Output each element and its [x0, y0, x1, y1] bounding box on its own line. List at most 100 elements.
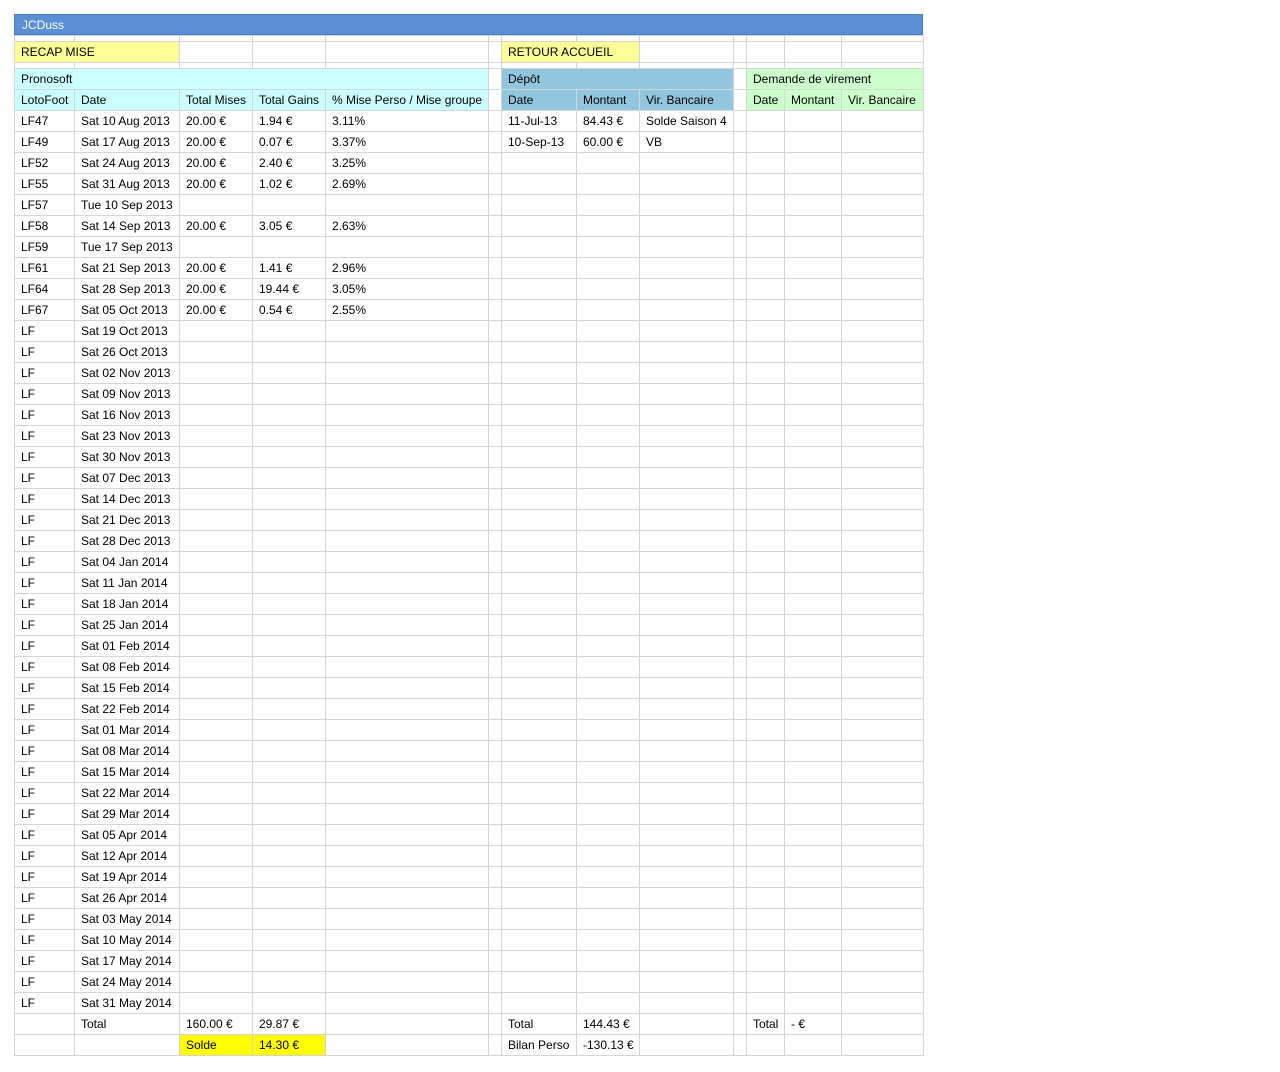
table-cell[interactable]: Sat 12 Apr 2014 — [74, 845, 180, 867]
demande-cell[interactable] — [784, 719, 842, 741]
demande-cell[interactable] — [746, 803, 785, 825]
demande-cell[interactable] — [841, 467, 924, 489]
demande-cell[interactable] — [841, 845, 924, 867]
depot-cell[interactable] — [501, 593, 577, 615]
demande-cell[interactable] — [746, 950, 785, 972]
demande-cell[interactable] — [746, 383, 785, 405]
depot-cell[interactable] — [501, 761, 577, 783]
depot-cell[interactable] — [576, 866, 640, 888]
demande-cell[interactable] — [784, 1034, 842, 1056]
depot-cell[interactable] — [501, 782, 577, 804]
depot-cell[interactable] — [501, 845, 577, 867]
depot-cell[interactable] — [576, 614, 640, 636]
table-cell[interactable]: LF — [14, 530, 75, 552]
table-cell[interactable]: LF — [14, 761, 75, 783]
depot-cell[interactable] — [576, 719, 640, 741]
table-cell[interactable] — [252, 824, 326, 846]
depot-cell[interactable] — [576, 698, 640, 720]
depot-cell[interactable] — [639, 194, 734, 216]
demande-cell[interactable] — [784, 656, 842, 678]
demande-cell[interactable] — [746, 698, 785, 720]
table-cell[interactable]: LF — [14, 341, 75, 363]
demande-cell[interactable] — [841, 404, 924, 426]
table-cell[interactable]: 1.41 € — [252, 257, 326, 279]
depot-cell[interactable] — [576, 761, 640, 783]
depot-cell[interactable] — [639, 740, 734, 762]
depot-cell[interactable] — [501, 719, 577, 741]
depot-cell[interactable]: VB — [639, 131, 734, 153]
table-cell[interactable]: LF67 — [14, 299, 75, 321]
table-cell[interactable] — [179, 866, 253, 888]
demande-cell[interactable] — [841, 194, 924, 216]
demande-cell[interactable] — [841, 677, 924, 699]
depot-cell[interactable] — [639, 1034, 734, 1056]
table-cell[interactable]: LF — [14, 383, 75, 405]
table-cell[interactable]: Sat 19 Apr 2014 — [74, 866, 180, 888]
depot-cell[interactable] — [576, 971, 640, 993]
demande-cell[interactable] — [784, 131, 842, 153]
table-cell[interactable]: LF — [14, 950, 75, 972]
table-cell[interactable]: Sat 19 Oct 2013 — [74, 320, 180, 342]
table-cell[interactable] — [179, 677, 253, 699]
table-cell[interactable] — [325, 950, 489, 972]
table-cell[interactable] — [179, 887, 253, 909]
depot-cell[interactable] — [576, 362, 640, 384]
depot-cell[interactable] — [639, 845, 734, 867]
depot-cell[interactable] — [639, 593, 734, 615]
demande-cell[interactable] — [784, 152, 842, 174]
demande-cell[interactable] — [746, 488, 785, 510]
table-cell[interactable] — [252, 404, 326, 426]
table-cell[interactable]: LF — [14, 425, 75, 447]
table-cell[interactable] — [179, 488, 253, 510]
table-cell[interactable]: 19.44 € — [252, 278, 326, 300]
demande-cell[interactable] — [841, 425, 924, 447]
demande-cell[interactable] — [784, 992, 842, 1014]
table-cell[interactable]: LF — [14, 509, 75, 531]
table-cell[interactable] — [325, 845, 489, 867]
depot-cell[interactable] — [639, 257, 734, 279]
depot-cell[interactable] — [501, 551, 577, 573]
depot-cell[interactable] — [501, 635, 577, 657]
table-cell[interactable] — [325, 236, 489, 258]
depot-cell[interactable] — [639, 446, 734, 468]
depot-cell[interactable] — [501, 257, 577, 279]
table-cell[interactable] — [252, 383, 326, 405]
depot-cell[interactable] — [639, 152, 734, 174]
table-cell[interactable]: LF — [14, 656, 75, 678]
table-cell[interactable] — [252, 530, 326, 552]
depot-cell[interactable] — [576, 257, 640, 279]
table-cell[interactable] — [252, 467, 326, 489]
table-cell[interactable]: 2.55% — [325, 299, 489, 321]
demande-cell[interactable] — [841, 782, 924, 804]
depot-cell[interactable] — [639, 950, 734, 972]
table-cell[interactable] — [325, 782, 489, 804]
table-cell[interactable]: LF — [14, 677, 75, 699]
demande-cell[interactable] — [841, 446, 924, 468]
depot-cell[interactable] — [576, 404, 640, 426]
table-cell[interactable] — [252, 656, 326, 678]
demande-cell[interactable] — [746, 572, 785, 594]
depot-cell[interactable] — [639, 425, 734, 447]
table-cell[interactable] — [252, 698, 326, 720]
table-cell[interactable] — [325, 530, 489, 552]
table-cell[interactable]: Sat 18 Jan 2014 — [74, 593, 180, 615]
table-cell[interactable] — [179, 929, 253, 951]
table-cell[interactable]: 20.00 € — [179, 173, 253, 195]
table-cell[interactable]: LF — [14, 803, 75, 825]
demande-cell[interactable] — [841, 803, 924, 825]
table-cell[interactable]: LF — [14, 614, 75, 636]
table-cell[interactable]: LF — [14, 782, 75, 804]
demande-cell[interactable] — [841, 950, 924, 972]
depot-cell[interactable] — [576, 677, 640, 699]
demande-cell[interactable] — [784, 866, 842, 888]
depot-cell[interactable]: 60.00 € — [576, 131, 640, 153]
depot-cell[interactable] — [576, 908, 640, 930]
depot-cell[interactable]: 10-Sep-13 — [501, 131, 577, 153]
demande-cell[interactable] — [746, 908, 785, 930]
table-cell[interactable] — [252, 551, 326, 573]
demande-cell[interactable] — [784, 740, 842, 762]
demande-cell[interactable] — [746, 845, 785, 867]
depot-cell[interactable] — [501, 320, 577, 342]
demande-cell[interactable] — [784, 320, 842, 342]
table-cell[interactable] — [325, 761, 489, 783]
